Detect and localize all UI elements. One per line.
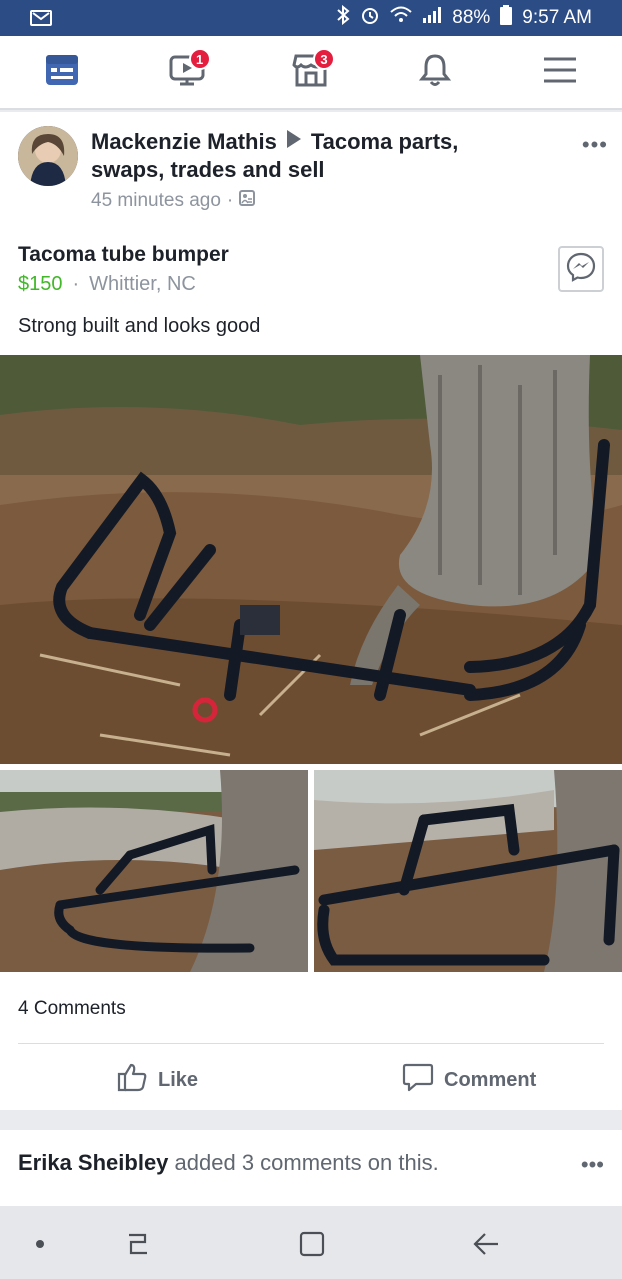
tab-news-feed[interactable] [32,42,92,102]
battery-percent: 88% [452,7,491,28]
post-options-button[interactable]: ••• [582,132,608,158]
back-icon[interactable] [466,1224,506,1264]
like-label: Like [158,1068,199,1091]
price-row: $150 · Whittier, NC [18,273,196,296]
meta-separator: · [226,190,234,211]
activity-text: Erika Sheibley added 3 comments on this. [18,1150,439,1176]
activity-options-button[interactable]: ••• [581,1152,604,1178]
dot-icon[interactable] [20,1224,60,1264]
like-icon [116,1062,148,1098]
post-group[interactable]: Tacoma parts, [311,129,459,154]
alarm-icon [360,5,380,31]
comment-icon [402,1062,434,1098]
item-description: Strong built and looks good [18,315,261,337]
signal-icon [422,6,442,30]
comment-button[interactable]: Comment [402,1060,536,1100]
listing-photo-3[interactable] [314,770,622,972]
email-icon [30,10,52,26]
comment-label: Comment [444,1068,537,1091]
listing-photo-2[interactable] [0,770,308,972]
shared-to-arrow-icon [286,130,301,148]
tab-notifications[interactable] [405,42,465,102]
news-feed-icon [44,53,80,92]
post-time[interactable]: 45 minutes ago [91,190,221,212]
watch-badge: 1 [188,48,211,70]
tab-menu[interactable] [530,42,590,102]
notifications-icon [417,52,453,93]
menu-icon [542,55,578,90]
tab-marketplace[interactable]: 3 [281,42,341,102]
activity-actor[interactable]: Erika Sheibley [18,1150,168,1175]
recent-apps-icon[interactable] [118,1224,158,1264]
item-price: $150 [18,273,63,295]
avatar[interactable] [18,126,78,186]
item-location: Whittier, NC [89,273,196,295]
activity-description: added 3 comments on this. [174,1150,439,1175]
message-seller-button[interactable] [558,246,604,292]
battery-icon [500,5,513,31]
feed-post: Mackenzie Mathis Tacoma parts, swaps, tra… [0,112,622,1110]
comments-count[interactable]: 4 Comments [18,998,126,1020]
bluetooth-icon [336,4,350,31]
home-icon[interactable] [292,1224,332,1264]
tab-watch[interactable]: 1 [157,42,217,102]
activity-story[interactable]: Erika Sheibley added 3 comments on this.… [0,1130,622,1206]
item-title: Tacoma tube bumper [18,243,229,266]
post-author[interactable]: Mackenzie Mathis [91,129,277,154]
wifi-icon [390,6,412,30]
messenger-icon [565,251,597,288]
group-privacy-icon [239,190,256,212]
price-separator: · [72,273,80,295]
actions-divider [18,1043,604,1044]
post-header: Mackenzie Mathis Tacoma parts, swaps, tra… [18,126,608,226]
clock: 9:57 AM [522,7,592,28]
status-bar: 88% 9:57 AM [0,0,622,36]
listing-photo-main[interactable] [0,355,622,764]
post-group-line2[interactable]: swaps, trades and sell [91,156,531,184]
post-meta: 45 minutes ago · [91,190,531,212]
top-nav: 1 3 [0,36,622,110]
system-nav-bar [0,1206,622,1279]
like-button[interactable]: Like [116,1060,198,1100]
marketplace-badge: 3 [312,48,335,70]
